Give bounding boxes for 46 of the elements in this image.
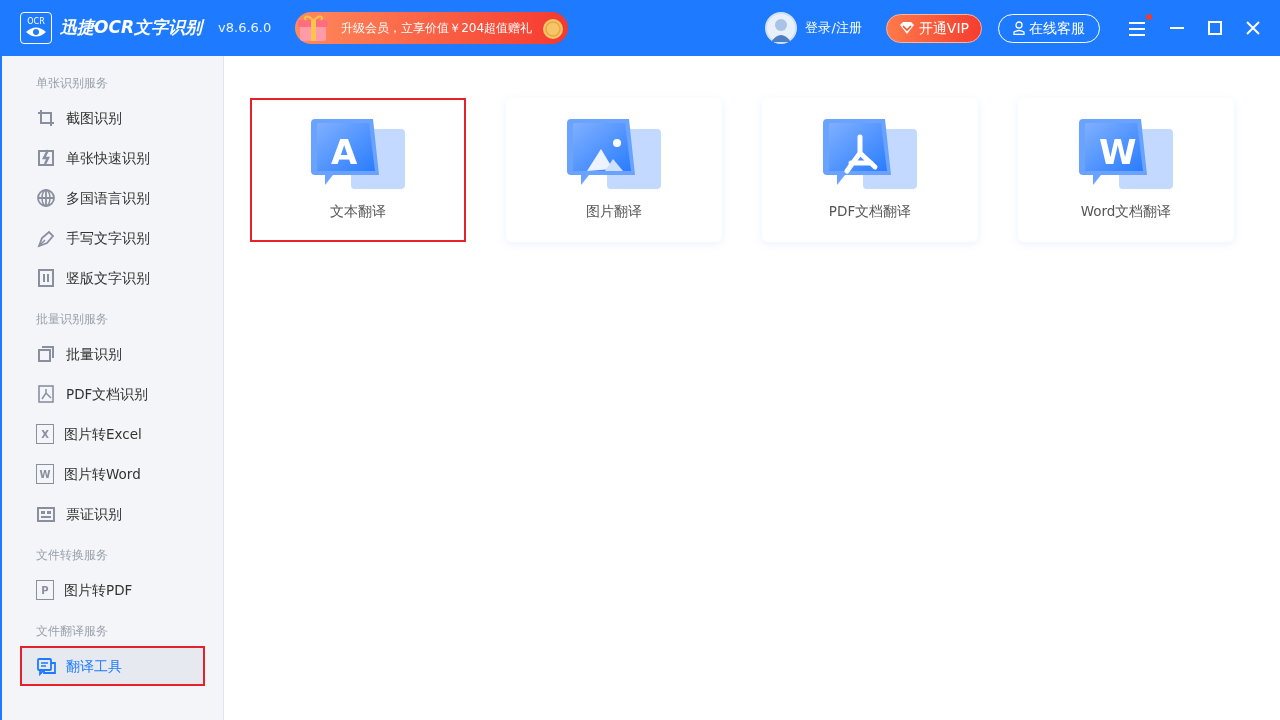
section-title: 文件翻译服务: [35, 623, 109, 640]
card-icon: [36, 504, 56, 524]
stack-icon: [36, 344, 56, 364]
sidebar-item[interactable]: 手写文字识别: [20, 218, 205, 258]
login-link[interactable]: 登录/注册: [805, 18, 862, 38]
sidebar-item[interactable]: 竖版文字识别: [20, 258, 205, 298]
sidebar-item[interactable]: 单张快速识别: [20, 138, 205, 178]
crop-icon: [36, 108, 56, 128]
sidebar-item[interactable]: 截图识别: [20, 98, 205, 138]
menu-icon: [1128, 21, 1146, 36]
minimize-icon: [1170, 27, 1184, 29]
letter-icon: P: [36, 580, 54, 600]
logo-icon: OCR: [20, 12, 52, 44]
version-label: v8.6.6.0: [218, 19, 272, 38]
sidebar-item[interactable]: PDF文档识别: [20, 374, 205, 414]
letter-icon: X: [36, 424, 54, 444]
columns-icon: [36, 268, 56, 288]
avatar-icon[interactable]: [765, 12, 798, 44]
close-icon: [1246, 21, 1260, 35]
sidebar-item[interactable]: 票证识别: [20, 494, 205, 534]
globe-icon: [36, 188, 56, 208]
pen-icon: [36, 228, 56, 248]
tool-card[interactable]: A 文本翻译: [250, 98, 466, 242]
promo-text: 升级会员，立享价值￥204超值赠礼: [341, 20, 533, 37]
section-title: 单张识别服务: [35, 75, 109, 92]
document-icon: [567, 118, 661, 189]
diamond-icon: [898, 21, 915, 35]
maximize-icon: [1208, 21, 1222, 35]
sidebar-item[interactable]: 批量识别: [20, 334, 205, 374]
person-icon: [1013, 21, 1025, 35]
tool-card[interactable]: 图片翻译: [506, 98, 722, 242]
sidebar-item[interactable]: X 图片转Excel: [20, 414, 205, 454]
chat-bubbles-icon: [36, 656, 56, 676]
section-title: 文件转换服务: [35, 547, 109, 564]
flash-icon: [36, 148, 56, 168]
sidebar-item[interactable]: W 图片转Word: [20, 454, 205, 494]
section-title: 批量识别服务: [35, 311, 109, 328]
app-title: 迅捷OCR文字识别: [60, 16, 203, 40]
tool-card[interactable]: PDF文档翻译: [762, 98, 978, 242]
sidebar-item[interactable]: P 图片转PDF: [20, 570, 205, 610]
tool-card[interactable]: W Word文档翻译: [1018, 98, 1234, 242]
coin-icon: [542, 18, 565, 40]
sidebar-item[interactable]: 多国语言识别: [20, 178, 205, 218]
letter-icon: W: [36, 464, 54, 484]
pdf-icon: [36, 384, 56, 404]
document-icon: [823, 118, 917, 189]
